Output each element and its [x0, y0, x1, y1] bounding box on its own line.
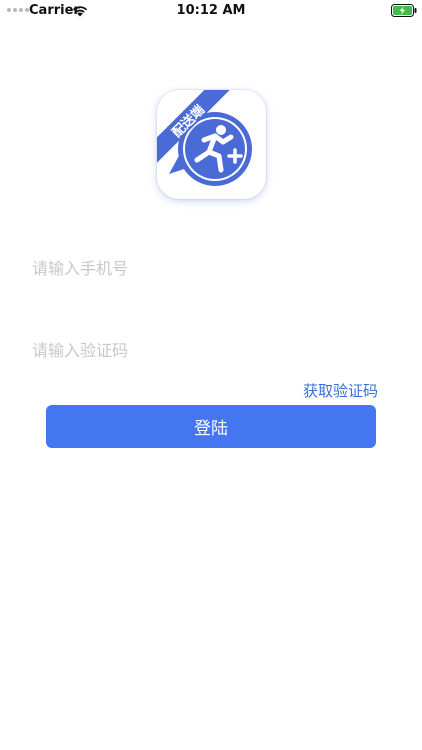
battery-charging-icon [391, 4, 417, 17]
login-button[interactable]: 登陆 [46, 405, 376, 448]
status-bar: Carrier 10:12 AM [0, 0, 422, 22]
phone-input[interactable] [32, 253, 382, 283]
status-time: 10:12 AM [176, 3, 246, 18]
verification-code-input[interactable] [32, 335, 382, 365]
get-verification-code-button[interactable]: 获取验证码 [303, 380, 378, 401]
app-logo: 配送端 [157, 90, 266, 199]
